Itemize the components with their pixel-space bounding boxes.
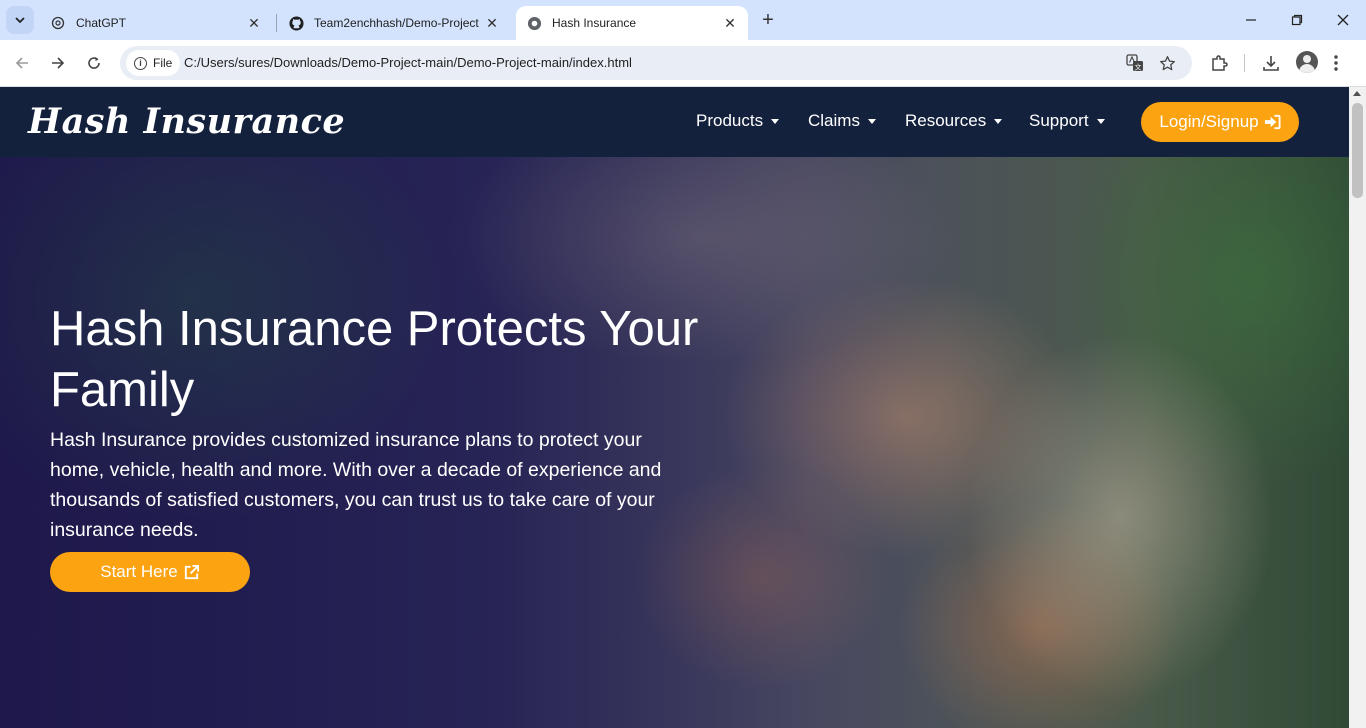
tab-hash-insurance[interactable]: Hash Insurance ✕ <box>516 6 748 40</box>
caret-down-icon <box>994 118 1003 124</box>
download-icon <box>1263 56 1279 71</box>
login-label: Login/Signup <box>1159 112 1259 131</box>
scrollbar-thumb[interactable] <box>1352 103 1363 198</box>
arrow-right-icon <box>52 57 65 69</box>
page-viewport: Hash Insurance Products Claims Resources… <box>0 87 1366 728</box>
start-here-button[interactable]: Start Here <box>50 552 250 592</box>
toolbar-divider <box>1244 54 1245 72</box>
tab-title: Team2enchhash/Demo-Project <box>314 16 479 30</box>
hero-title: Hash Insurance Protects Your Family <box>50 302 699 417</box>
chatgpt-icon <box>50 15 66 31</box>
start-here-label: Start Here <box>100 562 178 581</box>
hero-section: Hash Insurance Protects Your Family Hash… <box>0 157 1349 728</box>
caret-down-icon <box>771 118 780 124</box>
nav-label: Products <box>696 111 764 130</box>
site-navbar: Hash Insurance Products Claims Resources… <box>0 87 1349 157</box>
login-signup-button[interactable]: Login/Signup <box>1141 102 1299 142</box>
translate-button[interactable]: 文 <box>1124 52 1146 74</box>
puzzle-icon <box>1212 55 1228 71</box>
restore-button[interactable] <box>1274 6 1320 34</box>
tab-github[interactable]: Team2enchhash/Demo-Project ✕ <box>278 6 510 40</box>
tab-divider <box>276 14 277 32</box>
close-icon[interactable]: ✕ <box>246 15 262 31</box>
translate-icon: 文 <box>1126 54 1143 72</box>
close-icon[interactable]: ✕ <box>484 15 500 31</box>
minimize-button[interactable] <box>1228 6 1274 34</box>
tab-chatgpt[interactable]: ChatGPT ✕ <box>40 6 272 40</box>
tab-search-button[interactable] <box>6 6 34 34</box>
extensions-button[interactable] <box>1206 50 1232 76</box>
url-text[interactable]: C:/Users/sures/Downloads/Demo-Project-ma… <box>184 55 632 70</box>
reload-icon <box>88 57 100 69</box>
page-scrollbar[interactable] <box>1349 87 1366 728</box>
plus-icon: + <box>762 8 774 31</box>
restore-icon <box>1291 14 1303 26</box>
nav-label: Support <box>1029 111 1089 130</box>
browser-menu-button[interactable] <box>1323 50 1349 76</box>
new-tab-button[interactable]: + <box>756 8 780 32</box>
scheme-label: File <box>153 56 173 70</box>
external-link-icon <box>184 564 199 579</box>
kebab-menu-icon <box>1334 55 1338 71</box>
browser-tab-strip: ChatGPT ✕ Team2enchhash/Demo-Project ✕ H… <box>0 0 1366 40</box>
caret-down-icon <box>1096 118 1105 124</box>
brand-logo[interactable]: Hash Insurance <box>28 101 345 142</box>
minimize-icon <box>1246 19 1256 21</box>
chevron-down-icon <box>15 17 25 24</box>
downloads-button[interactable] <box>1258 50 1284 76</box>
hero-description: Hash Insurance provides customized insur… <box>50 429 662 541</box>
globe-icon <box>526 15 542 31</box>
arrow-left-icon <box>15 57 28 69</box>
nav-claims[interactable]: Claims <box>808 111 876 131</box>
nav-products[interactable]: Products <box>696 111 780 131</box>
scroll-up-arrow[interactable] <box>1353 91 1361 96</box>
tab-title: Hash Insurance <box>552 16 637 30</box>
info-icon: i <box>134 56 147 70</box>
bookmark-button[interactable] <box>1156 52 1178 74</box>
reload-button[interactable] <box>80 49 108 77</box>
sign-in-icon <box>1264 114 1281 130</box>
close-icon <box>1337 14 1349 26</box>
svg-text:文: 文 <box>1135 63 1142 72</box>
browser-toolbar: i File C:/Users/sures/Downloads/Demo-Pro… <box>0 40 1366 87</box>
back-button[interactable] <box>8 49 36 77</box>
close-window-button[interactable] <box>1320 6 1366 34</box>
nav-support[interactable]: Support <box>1029 111 1105 131</box>
site-info-chip[interactable]: i File <box>126 50 181 76</box>
profile-avatar[interactable] <box>1296 51 1318 73</box>
address-bar[interactable]: i File C:/Users/sures/Downloads/Demo-Pro… <box>120 46 1192 80</box>
nav-resources[interactable]: Resources <box>905 111 1003 131</box>
nav-label: Resources <box>905 111 987 130</box>
github-icon <box>288 15 304 31</box>
tab-title: ChatGPT <box>76 16 127 30</box>
close-icon[interactable]: ✕ <box>722 15 738 31</box>
nav-label: Claims <box>808 111 860 130</box>
caret-down-icon <box>867 118 876 124</box>
star-icon <box>1159 55 1175 70</box>
forward-button[interactable] <box>44 49 72 77</box>
